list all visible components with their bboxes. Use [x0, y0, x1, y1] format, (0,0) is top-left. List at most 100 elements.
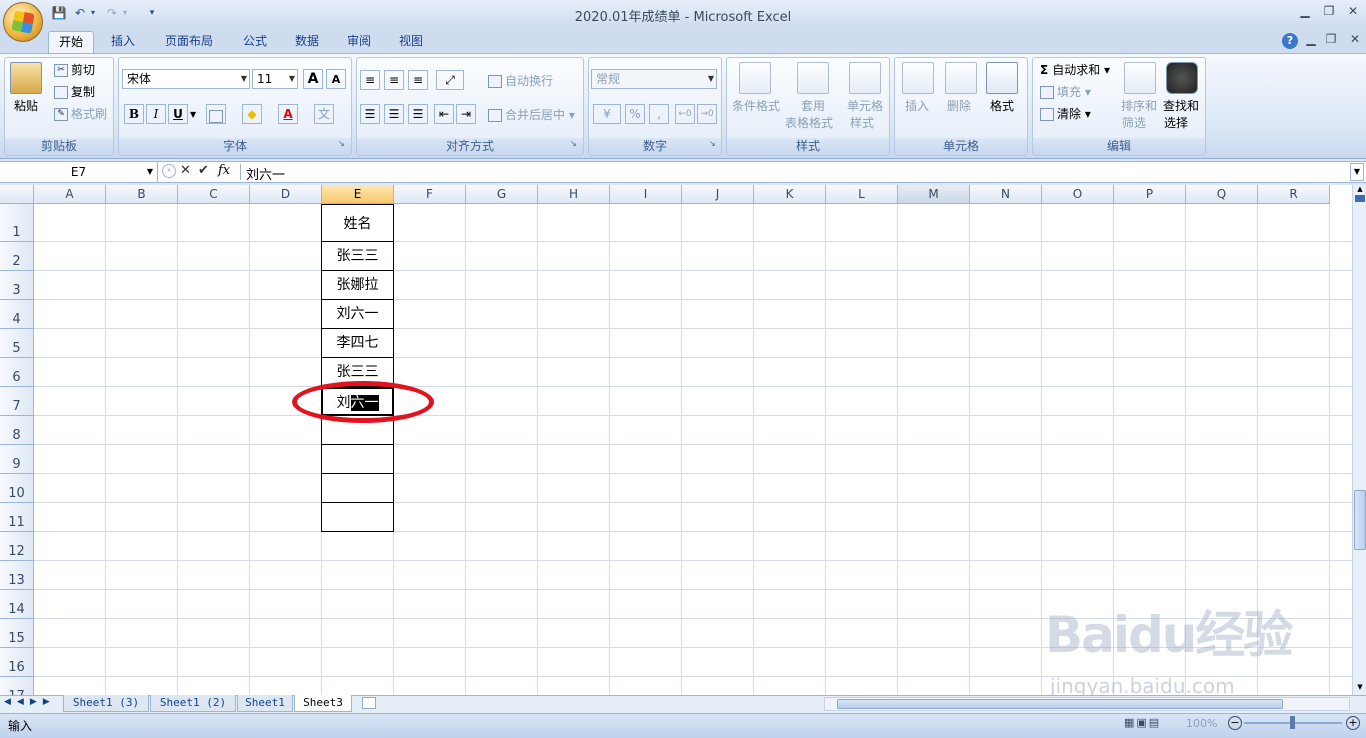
tab-review[interactable]: 审阅	[336, 31, 382, 53]
chevron-down-icon[interactable]: ▼	[190, 110, 196, 119]
comma-button[interactable]: ,	[649, 104, 669, 124]
close-button[interactable]: ✕	[1342, 4, 1364, 22]
row-header-11[interactable]: 11	[0, 503, 34, 532]
underline-button[interactable]: U	[168, 104, 188, 124]
sort-filter-button[interactable]: 排序和	[1121, 97, 1157, 114]
row-header-14[interactable]: 14	[0, 590, 34, 619]
insert-function-button[interactable]: fx	[218, 163, 230, 178]
tab-view[interactable]: 视图	[388, 31, 434, 53]
find-select-button[interactable]: 查找和	[1163, 97, 1199, 114]
scroll-up-icon[interactable]: ▲	[1355, 185, 1365, 193]
column-header-p[interactable]: P	[1114, 185, 1186, 204]
decrease-indent-button[interactable]: ⇤	[434, 104, 454, 124]
align-left-button[interactable]: ☰	[360, 104, 380, 124]
row-header-7[interactable]: 7	[0, 387, 34, 416]
column-header-r[interactable]: R	[1258, 185, 1330, 204]
enter-checkmark-icon[interactable]: ✔	[198, 163, 209, 178]
increase-indent-button[interactable]: ⇥	[456, 104, 476, 124]
italic-button[interactable]: I	[146, 104, 166, 124]
column-header-g[interactable]: G	[466, 185, 538, 204]
insert-cells-button[interactable]: 插入	[905, 97, 929, 114]
format-painter-button[interactable]: ✎ 格式刷	[54, 105, 107, 122]
tab-home[interactable]: 开始	[48, 31, 94, 53]
split-box[interactable]	[1355, 195, 1365, 202]
autosum-button[interactable]: Σ 自动求和 ▾	[1040, 61, 1110, 78]
column-header-h[interactable]: H	[538, 185, 610, 204]
align-bottom-button[interactable]: ≡	[408, 70, 428, 90]
phonetic-button[interactable]: 文	[314, 104, 334, 124]
delete-cells-button[interactable]: 删除	[947, 97, 971, 114]
workbook-minimize-button[interactable]: ▁	[1300, 32, 1322, 50]
expand-icon[interactable]: ◦	[162, 164, 176, 178]
column-header-c[interactable]: C	[178, 185, 250, 204]
align-right-button[interactable]: ☰	[408, 104, 428, 124]
paste-button[interactable]: 粘贴	[14, 97, 38, 114]
vertical-scrollbar[interactable]: ▲ ▼	[1352, 185, 1366, 695]
column-header-k[interactable]: K	[754, 185, 826, 204]
row-header-6[interactable]: 6	[0, 358, 34, 387]
row-header-15[interactable]: 15	[0, 619, 34, 648]
view-buttons[interactable]: ▦▣▤	[1124, 716, 1178, 731]
fill-color-button[interactable]: ◆	[242, 104, 262, 124]
increase-decimal-button[interactable]: ←0	[675, 104, 695, 124]
tab-page-layout[interactable]: 页面布局	[152, 31, 226, 53]
cell-e11[interactable]	[321, 503, 394, 532]
column-header-d[interactable]: D	[250, 185, 322, 204]
sheet-tab-3[interactable]: Sheet1	[237, 695, 293, 712]
cell-e10[interactable]	[321, 474, 394, 503]
cell-e4[interactable]: 刘六一	[321, 300, 394, 329]
row-header-12[interactable]: 12	[0, 532, 34, 561]
row-header-8[interactable]: 8	[0, 416, 34, 445]
borders-button[interactable]	[206, 104, 226, 124]
conditional-format-button[interactable]: 条件格式	[732, 97, 780, 114]
format-as-table-button[interactable]: 套用	[801, 97, 825, 114]
row-header-13[interactable]: 13	[0, 561, 34, 590]
row-header-4[interactable]: 4	[0, 300, 34, 329]
wrap-text-button[interactable]: 自动换行	[488, 72, 553, 89]
minimize-button[interactable]: ▁	[1294, 4, 1316, 22]
align-middle-button[interactable]: ≡	[384, 70, 404, 90]
align-center-button[interactable]: ☰	[384, 104, 404, 124]
column-header-n[interactable]: N	[970, 185, 1042, 204]
sheet-tab-2[interactable]: Sheet1 (2)	[150, 695, 236, 712]
copy-button[interactable]: 复制	[54, 83, 95, 100]
sheet-tab-1[interactable]: Sheet1 (3)	[63, 695, 149, 712]
insert-sheet-icon[interactable]	[362, 697, 376, 709]
decrease-decimal-button[interactable]: →0	[697, 104, 717, 124]
office-button[interactable]	[3, 2, 43, 42]
number-dialog-launcher-icon[interactable]: ↘	[709, 139, 716, 148]
bold-button[interactable]: B	[124, 104, 144, 124]
zoom-level[interactable]: 100%	[1186, 717, 1217, 730]
number-format-combo[interactable]: 常规 ▼	[591, 69, 717, 89]
help-icon[interactable]: ?	[1282, 33, 1298, 49]
column-header-o[interactable]: O	[1042, 185, 1114, 204]
zoom-slider-handle[interactable]	[1290, 716, 1295, 729]
row-header-3[interactable]: 3	[0, 271, 34, 300]
row-header-10[interactable]: 10	[0, 474, 34, 503]
percent-button[interactable]: %	[625, 104, 645, 124]
tab-insert[interactable]: 插入	[100, 31, 146, 53]
font-size-combo[interactable]: 11 ▼	[252, 69, 298, 89]
cell-e9[interactable]	[321, 445, 394, 474]
format-cells-button[interactable]: 格式	[990, 97, 1014, 114]
cut-button[interactable]: ✂ 剪切	[54, 61, 95, 78]
select-all-button[interactable]	[0, 185, 34, 204]
sheet-nav-icons[interactable]: ◀◀▶▶	[4, 697, 56, 707]
horizontal-scrollbar[interactable]	[824, 697, 1350, 711]
column-header-f[interactable]: F	[394, 185, 466, 204]
cell-e1[interactable]: 姓名	[321, 204, 394, 242]
cell-e2[interactable]: 张三三	[321, 242, 394, 271]
scroll-thumb[interactable]	[1354, 490, 1366, 550]
tab-formulas[interactable]: 公式	[232, 31, 278, 53]
cell-e5[interactable]: 李四七	[321, 329, 394, 358]
workbook-restore-button[interactable]: ❐	[1320, 32, 1342, 50]
workbook-close-button[interactable]: ✕	[1344, 32, 1366, 50]
column-header-a[interactable]: A	[34, 185, 106, 204]
zoom-out-icon[interactable]: −	[1228, 716, 1242, 730]
font-name-combo[interactable]: 宋体 ▼	[122, 69, 250, 89]
row-header-5[interactable]: 5	[0, 329, 34, 358]
name-box[interactable]: E7 ▼	[0, 162, 158, 182]
fill-button[interactable]: 填充 ▾	[1040, 83, 1091, 100]
cell-styles-button[interactable]: 单元格	[847, 97, 883, 114]
zoom-in-icon[interactable]: +	[1346, 716, 1360, 730]
